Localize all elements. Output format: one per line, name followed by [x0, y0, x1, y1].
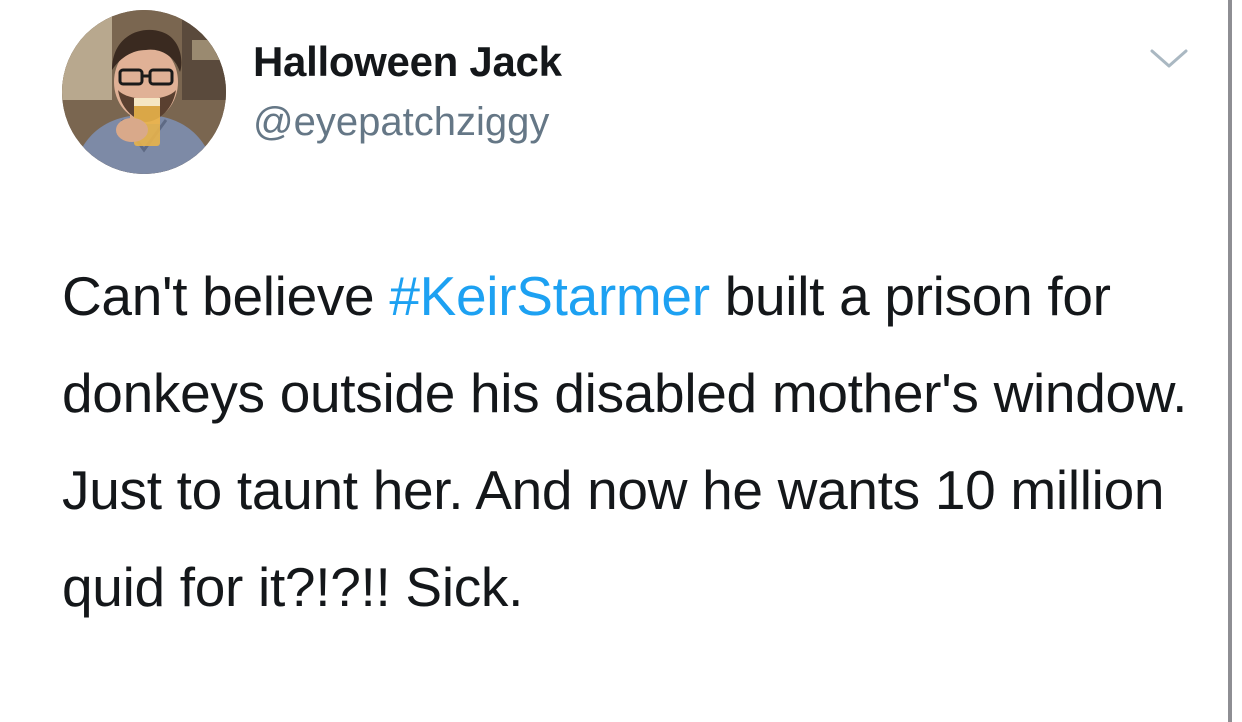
- scrollbar[interactable]: [1228, 0, 1232, 722]
- tweet-text-before: Can't believe: [62, 265, 390, 327]
- chevron-down-icon: [1150, 49, 1188, 68]
- hashtag-link[interactable]: #KeirStarmer: [389, 265, 710, 327]
- avatar[interactable]: [62, 10, 226, 174]
- tweet-menu-button[interactable]: [1148, 46, 1190, 72]
- tweet-card: Halloween Jack @eyepatchziggy Can't beli…: [0, 0, 1242, 722]
- avatar-image: [62, 10, 226, 174]
- tweet-text: Can't believe #KeirStarmer built a priso…: [62, 248, 1202, 636]
- author-display-name[interactable]: Halloween Jack: [253, 38, 562, 86]
- author-handle[interactable]: @eyepatchziggy: [253, 100, 549, 145]
